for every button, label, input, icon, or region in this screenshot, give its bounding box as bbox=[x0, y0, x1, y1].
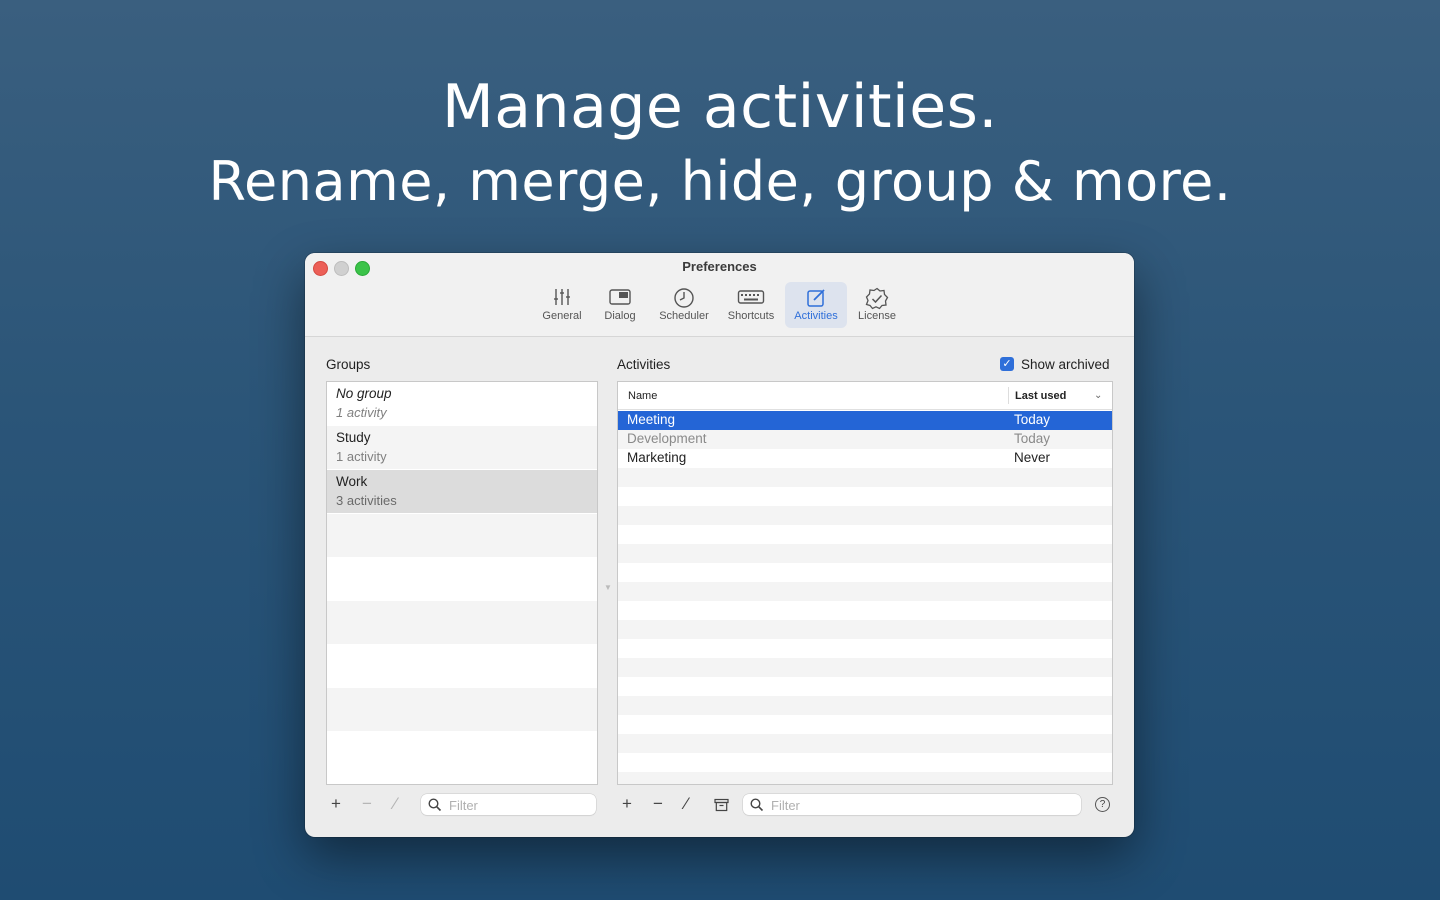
archive-icon[interactable] bbox=[714, 798, 729, 812]
column-header-name[interactable]: Name bbox=[628, 390, 657, 402]
add-activity-button[interactable]: + bbox=[622, 794, 632, 814]
activity-last-used: Never bbox=[1014, 450, 1051, 465]
empty-row bbox=[327, 514, 597, 557]
empty-row bbox=[618, 696, 1112, 715]
activity-last-used: Today bbox=[1014, 412, 1051, 427]
tab-dialog[interactable]: Dialog bbox=[597, 282, 643, 328]
activity-name: Meeting bbox=[627, 412, 676, 427]
empty-row bbox=[618, 506, 1112, 525]
headline-title: Manage activities. bbox=[442, 72, 998, 142]
column-header-last-used[interactable]: Last used bbox=[1015, 390, 1066, 402]
tab-general-label: General bbox=[542, 310, 582, 322]
tab-scheduler[interactable]: Scheduler bbox=[654, 282, 714, 328]
empty-row bbox=[618, 734, 1112, 753]
clock-icon bbox=[674, 288, 694, 308]
tab-license[interactable]: License bbox=[853, 282, 901, 328]
tab-dialog-label: Dialog bbox=[604, 310, 636, 322]
activity-last-used: Today bbox=[1014, 431, 1051, 446]
badge-check-icon bbox=[865, 287, 889, 310]
table-row-meeting[interactable]: Meeting Today bbox=[618, 411, 1112, 430]
activities-title: Activities bbox=[617, 357, 671, 372]
edit-activity-button[interactable]: ⁄ bbox=[685, 794, 688, 814]
sliders-icon bbox=[554, 289, 570, 305]
group-count: 1 activity bbox=[336, 449, 387, 464]
keyboard-icon bbox=[737, 290, 765, 304]
remove-group-button[interactable]: − bbox=[362, 794, 372, 814]
group-count: 3 activities bbox=[336, 493, 397, 508]
window-title: Preferences bbox=[682, 259, 757, 274]
edit-icon bbox=[807, 289, 825, 307]
search-icon bbox=[750, 798, 764, 812]
groups-title: Groups bbox=[326, 357, 371, 372]
show-archived-checkbox[interactable]: ✓ bbox=[1000, 357, 1014, 371]
remove-activity-button[interactable]: − bbox=[653, 794, 663, 814]
empty-row bbox=[618, 620, 1112, 639]
table-header: Name Last used ⌄ bbox=[618, 382, 1112, 410]
empty-row bbox=[327, 601, 597, 644]
groups-list[interactable]: No group 1 activity Study 1 activity Wor… bbox=[326, 381, 598, 785]
edit-group-button[interactable]: ⁄ bbox=[394, 794, 397, 814]
group-row-study[interactable]: Study 1 activity bbox=[327, 426, 597, 469]
preferences-window: Preferences General Dialog Scheduler Sho… bbox=[305, 253, 1134, 837]
column-divider bbox=[1008, 387, 1009, 404]
empty-row bbox=[618, 772, 1112, 784]
tab-general[interactable]: General bbox=[539, 282, 585, 328]
empty-row bbox=[618, 582, 1112, 601]
headline-subtitle: Rename, merge, hide, group & more. bbox=[208, 150, 1232, 213]
split-view-handle[interactable]: ▼ bbox=[604, 583, 612, 592]
show-archived-label[interactable]: Show archived bbox=[1021, 357, 1110, 372]
empty-row bbox=[618, 468, 1112, 487]
group-row-no-group[interactable]: No group 1 activity bbox=[327, 382, 597, 425]
tab-shortcuts[interactable]: Shortcuts bbox=[722, 282, 780, 328]
tab-shortcuts-label: Shortcuts bbox=[727, 310, 775, 322]
activity-name: Marketing bbox=[627, 450, 687, 465]
empty-row bbox=[327, 688, 597, 731]
tab-activities-label: Activities bbox=[794, 310, 838, 322]
empty-row bbox=[618, 544, 1112, 563]
tab-license-label: License bbox=[858, 310, 896, 322]
help-button[interactable]: ? bbox=[1095, 797, 1110, 812]
preferences-tabs: General Dialog Scheduler Shortcuts Activ… bbox=[305, 282, 1134, 330]
groups-filter-input[interactable] bbox=[447, 796, 591, 815]
table-row-development[interactable]: Development Today bbox=[618, 430, 1112, 449]
tab-activities[interactable]: Activities bbox=[785, 282, 847, 328]
empty-row bbox=[618, 658, 1112, 677]
activities-filter-field[interactable] bbox=[743, 794, 1081, 815]
group-name: Work bbox=[336, 474, 368, 489]
groups-filter-field[interactable] bbox=[421, 794, 596, 815]
group-name: No group bbox=[336, 386, 392, 401]
activity-name: Development bbox=[627, 431, 707, 446]
search-icon bbox=[428, 798, 442, 812]
activities-filter-input[interactable] bbox=[769, 796, 1073, 815]
chevron-down-icon[interactable]: ⌄ bbox=[1094, 390, 1102, 401]
window-icon bbox=[609, 289, 631, 305]
window-toolbar: Preferences General Dialog Scheduler Sho… bbox=[305, 253, 1134, 337]
activities-table[interactable]: Name Last used ⌄ Meeting Today Developme… bbox=[617, 381, 1113, 785]
add-group-button[interactable]: + bbox=[331, 794, 341, 814]
tab-scheduler-label: Scheduler bbox=[659, 310, 709, 322]
group-name: Study bbox=[336, 430, 371, 445]
group-row-work[interactable]: Work 3 activities bbox=[327, 470, 597, 513]
table-row-marketing[interactable]: Marketing Never bbox=[618, 449, 1112, 468]
group-count: 1 activity bbox=[336, 405, 387, 420]
